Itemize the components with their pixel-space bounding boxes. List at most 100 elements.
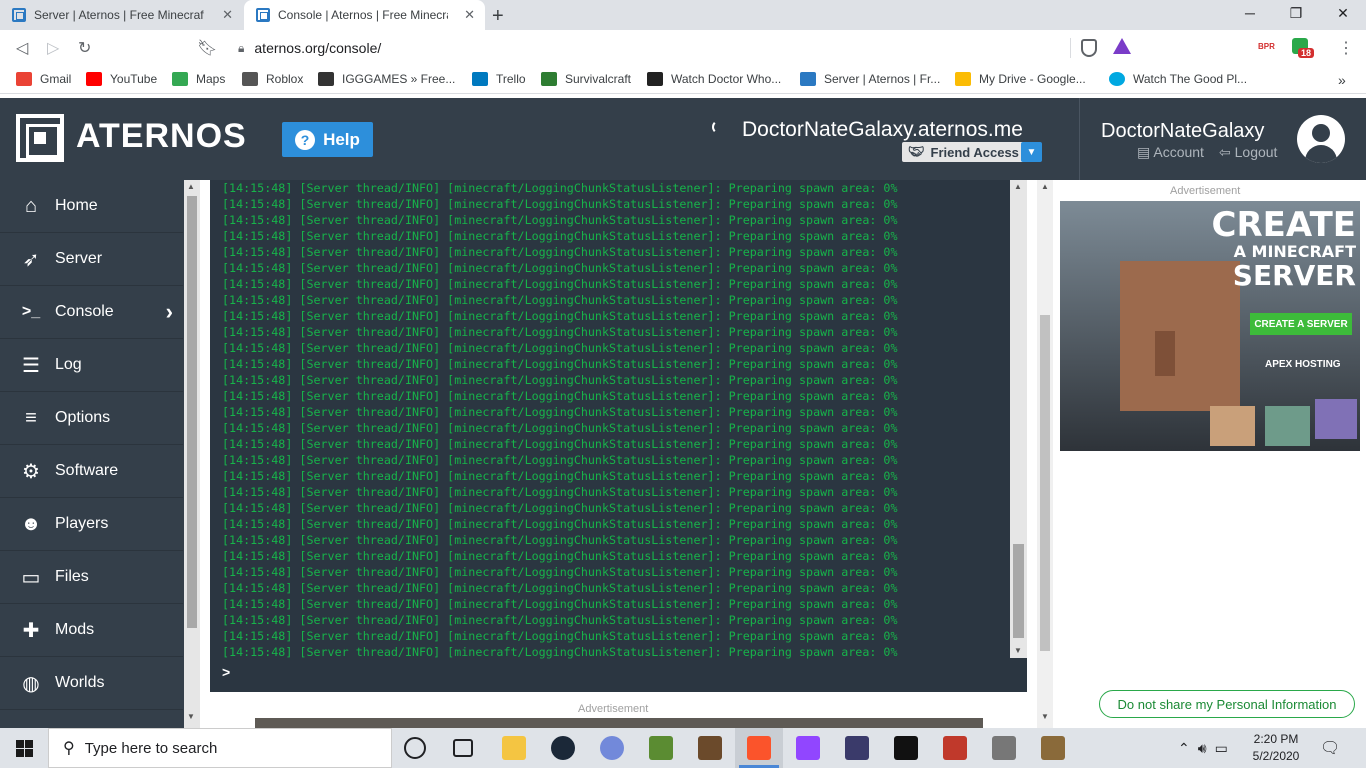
ad-brand-logo: APEX HOSTING — [1265, 359, 1341, 370]
avatar[interactable] — [1297, 115, 1345, 163]
sidebar-item-mods[interactable]: ✚ Mods — [0, 604, 183, 657]
more-bookmarks-icon[interactable]: » — [1338, 72, 1346, 88]
villager-nose — [1155, 331, 1175, 376]
sidebar-item-console[interactable]: >_ Console › — [0, 286, 183, 339]
game-icon[interactable] — [943, 736, 967, 760]
bookmark-survivalcraft[interactable]: Survivalcraft — [541, 72, 631, 86]
page-scrollbar[interactable]: ▲ ▼ — [1037, 180, 1053, 728]
sidebar-item-software[interactable]: ⚙ Software — [0, 445, 183, 498]
cortana-icon[interactable] — [404, 737, 426, 759]
scroll-up-icon[interactable]: ▲ — [1041, 182, 1049, 191]
console-line: [14:15:48] [Server thread/INFO] [minecra… — [222, 517, 898, 531]
game-icon[interactable] — [992, 736, 1016, 760]
help-button[interactable]: ? Help — [282, 122, 373, 157]
scroll-down-icon[interactable]: ▼ — [187, 712, 195, 721]
epic-games-icon[interactable] — [894, 736, 918, 760]
browser-menu-icon[interactable]: ⋮ — [1338, 38, 1354, 58]
forward-icon[interactable]: ▷ — [47, 38, 59, 58]
bookmark-gmail[interactable]: Gmail — [16, 72, 71, 86]
ad-cta-button[interactable]: CREATE A SERVER — [1250, 313, 1352, 335]
sidebar-item-worlds[interactable]: ◍ Worlds — [0, 657, 183, 710]
bookmark-roblox[interactable]: Roblox — [242, 72, 303, 86]
minecraft-launcher-icon[interactable] — [698, 736, 722, 760]
bookmark-icon[interactable]: 🔖︎ — [197, 38, 217, 58]
sidebar-item-files[interactable]: ▭ Files — [0, 551, 183, 604]
twitch-icon[interactable] — [796, 736, 820, 760]
scrollbar-thumb[interactable] — [1040, 315, 1050, 651]
bookmark-youtube[interactable]: YouTube — [86, 72, 157, 86]
scroll-up-icon[interactable]: ▲ — [1014, 182, 1022, 191]
address-bar[interactable]: 🔒︎ aternos.org/console/ — [228, 34, 1140, 62]
bookmark-good-place[interactable]: Watch The Good Pl... — [1109, 72, 1247, 86]
extension-icon[interactable]: 18 — [1292, 38, 1315, 58]
aternos-favicon-icon — [256, 8, 270, 22]
sidebar-item-log[interactable]: ☰ Log — [0, 339, 183, 392]
volume-icon[interactable]: 🔊︎ — [1198, 740, 1207, 757]
friend-access-button[interactable]: 🤝︎ Friend Access — [902, 142, 1025, 162]
logout-icon: ⇦ — [1219, 144, 1235, 160]
bookmark-igggames[interactable]: IGGGAMES » Free... — [318, 72, 455, 86]
bookmark-maps[interactable]: Maps — [172, 72, 225, 86]
task-view-icon[interactable] — [453, 739, 473, 757]
start-button[interactable] — [0, 728, 48, 768]
sidebar-item-label: Software — [55, 462, 119, 479]
console-input[interactable]: > — [222, 664, 1002, 686]
clock[interactable]: 2:20 PM 5/2/2020 — [1244, 731, 1308, 765]
maximize-icon[interactable]: ❐ — [1273, 5, 1319, 22]
extension-bpr-icon[interactable]: BPR — [1258, 42, 1275, 51]
logout-link[interactable]: ⇦ Logout — [1219, 144, 1277, 161]
username: DoctorNateGalaxy — [1101, 120, 1265, 142]
taskbar-search[interactable]: ⚲ Type here to search — [48, 728, 392, 768]
console-line: [14:15:48] [Server thread/INFO] [minecra… — [222, 293, 898, 307]
tab-server[interactable]: Server | Aternos | Free Minecraft Se ✕ — [0, 0, 243, 30]
bookmark-label: Trello — [496, 72, 526, 86]
discord-icon[interactable] — [600, 736, 624, 760]
brave-shield-icon[interactable] — [1081, 39, 1097, 57]
brave-rewards-icon[interactable] — [1113, 38, 1131, 54]
bookmark-doctor-who[interactable]: Watch Doctor Who... — [647, 72, 781, 86]
bookmark-aternos[interactable]: Server | Aternos | Fr... — [800, 72, 940, 86]
scroll-down-icon[interactable]: ▼ — [1041, 712, 1049, 721]
ad-banner-bottom[interactable] — [255, 718, 983, 728]
file-explorer-icon[interactable] — [502, 736, 526, 760]
close-tab-icon[interactable]: ✕ — [222, 7, 233, 23]
new-tab-icon[interactable]: + — [492, 5, 504, 28]
console-scrollbar[interactable]: ▲ ▼ — [1010, 180, 1027, 658]
minimize-icon[interactable]: ─ — [1227, 5, 1273, 21]
aternos-logo-icon[interactable] — [16, 114, 64, 162]
sidebar-item-server[interactable]: ➶ Server — [0, 233, 183, 286]
scroll-up-icon[interactable]: ▲ — [187, 182, 195, 191]
account-link[interactable]: ▤ Account — [1137, 144, 1204, 161]
console-output[interactable]: [14:15:48] [Server thread/INFO] [minecra… — [210, 180, 1027, 692]
ad-banner-right[interactable]: CREATE A MINECRAFT SERVER CREATE A SERVE… — [1060, 201, 1360, 451]
show-hidden-icons-icon[interactable]: ⌃ — [1178, 740, 1190, 757]
scrollbar-thumb[interactable] — [1013, 544, 1024, 638]
battery-icon[interactable]: ▭ — [1215, 740, 1228, 757]
site-logo[interactable]: ATERNOS — [76, 117, 247, 156]
minecraft-icon[interactable] — [649, 736, 673, 760]
close-window-icon[interactable]: ✕ — [1320, 5, 1366, 22]
sidebar-item-players[interactable]: ☻ Players — [0, 498, 183, 551]
brave-icon[interactable] — [747, 736, 771, 760]
search-icon: ⚲ — [63, 740, 75, 757]
sidebar-item-options[interactable]: ≡ Options — [0, 392, 183, 445]
sidebar-item-label: Home — [55, 197, 98, 214]
sidebar-item-home[interactable]: ⌂ Home — [0, 180, 183, 233]
notifications-icon[interactable]: 🗨︎ — [1320, 738, 1340, 758]
bookmark-trello[interactable]: Trello — [472, 72, 526, 86]
steam-icon[interactable] — [551, 736, 575, 760]
reload-icon[interactable]: ↻ — [78, 38, 91, 58]
game-icon[interactable] — [845, 736, 869, 760]
tab-console[interactable]: Console | Aternos | Free Minecraft ✕ — [244, 0, 485, 30]
privacy-button[interactable]: Do not share my Personal Information — [1099, 690, 1355, 718]
bookmark-google-drive[interactable]: My Drive - Google... — [955, 72, 1086, 86]
game-icon[interactable] — [1041, 736, 1065, 760]
ad-label: Advertisement — [578, 703, 649, 715]
sidebar-scrollbar[interactable]: ▲ ▼ — [184, 180, 200, 728]
back-icon[interactable]: ◁ — [16, 38, 28, 58]
friend-access-dropdown[interactable]: ▼ — [1021, 142, 1042, 162]
close-tab-icon[interactable]: ✕ — [464, 7, 475, 23]
server-address: DoctorNateGalaxy.aternos.me — [742, 118, 1023, 141]
scrollbar-thumb[interactable] — [187, 196, 197, 628]
scroll-down-icon[interactable]: ▼ — [1014, 646, 1022, 655]
